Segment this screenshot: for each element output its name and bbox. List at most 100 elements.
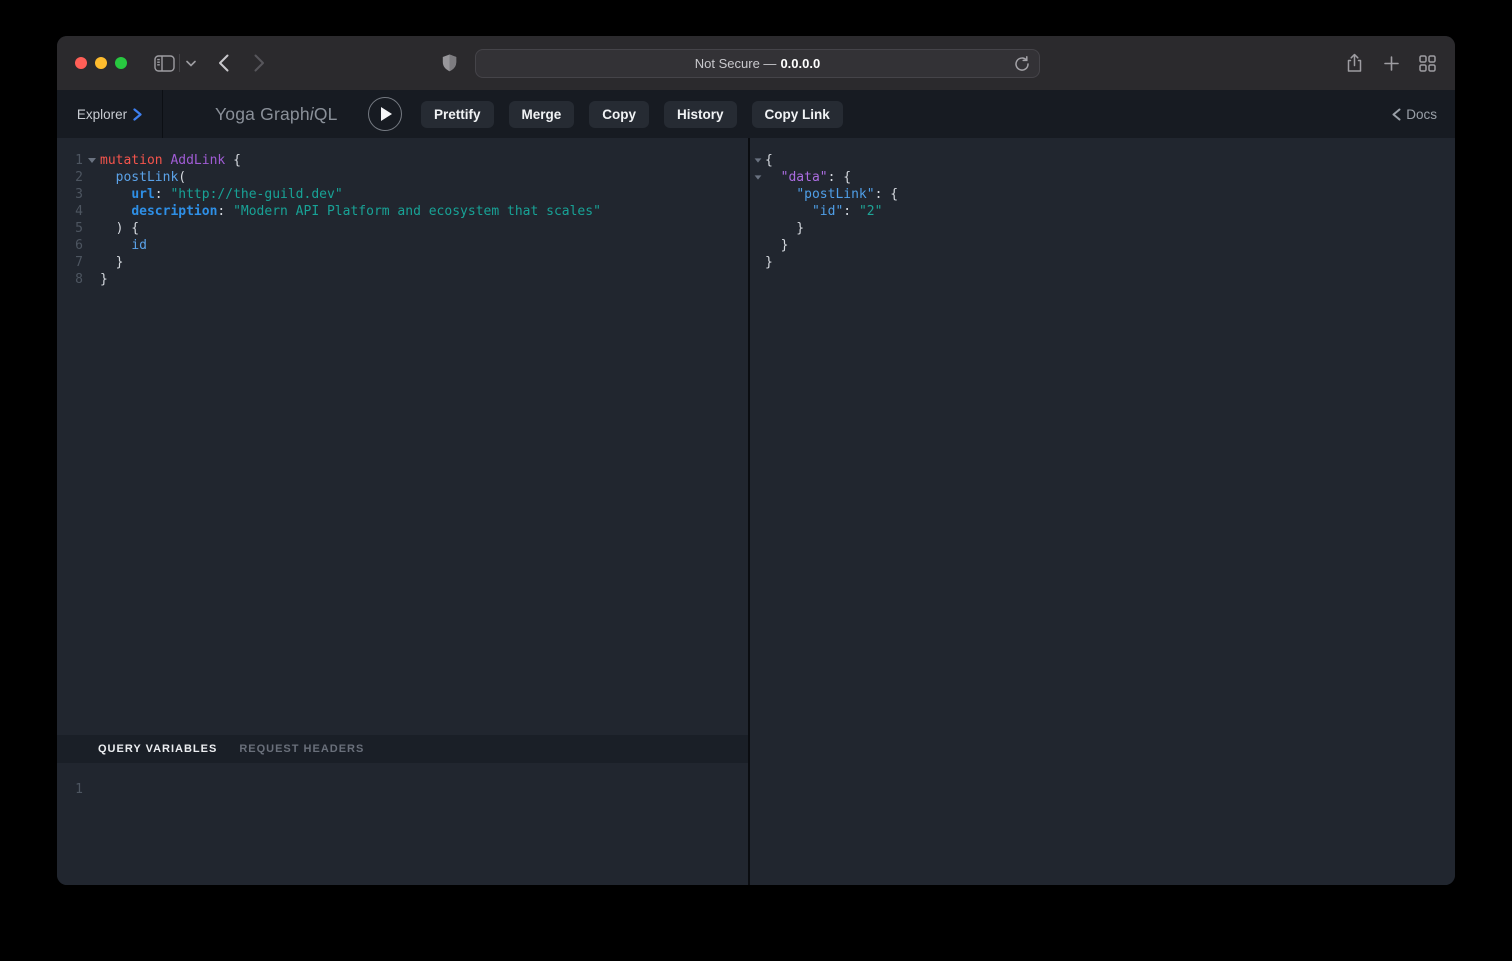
fold-gutter	[83, 254, 100, 271]
code-token: }	[100, 272, 108, 287]
code-text: }	[100, 254, 123, 271]
line-number: 7	[57, 254, 83, 271]
line-number: 8	[57, 271, 83, 288]
code-line: 8}	[57, 271, 748, 288]
left-pane: 1mutation AddLink {2 postLink(3 url: "ht…	[57, 138, 748, 885]
fold-arrow-icon[interactable]	[754, 152, 765, 169]
variables-tab-bar: QUERY VARIABLES REQUEST HEADERS	[57, 735, 748, 763]
response-viewer: { "data": { "postLink": { "id": "2" } }}	[750, 138, 1455, 885]
code-line: 4 description: "Modern API Platform and …	[57, 203, 748, 220]
line-number: 2	[57, 169, 83, 186]
workspace: 1mutation AddLink {2 postLink(3 url: "ht…	[57, 138, 1455, 885]
merge-button[interactable]: Merge	[509, 101, 575, 128]
page-title: Yoga GraphiQL	[215, 90, 338, 138]
code-token: }	[765, 238, 788, 253]
new-tab-icon[interactable]	[1384, 56, 1399, 71]
response-text: {	[765, 152, 773, 169]
code-text: id	[100, 237, 147, 254]
fold-gutter	[754, 186, 765, 203]
prettify-button[interactable]: Prettify	[421, 101, 494, 128]
response-line: "postLink": {	[750, 186, 1455, 203]
copy-button[interactable]: Copy	[589, 101, 649, 128]
response-line: "id": "2"	[750, 203, 1455, 220]
line-number: 6	[57, 237, 83, 254]
back-button-icon[interactable]	[218, 54, 229, 72]
fold-gutter	[83, 203, 100, 220]
code-token: "http://the-guild.dev"	[170, 187, 342, 202]
fold-gutter	[754, 254, 765, 271]
share-icon[interactable]	[1346, 53, 1363, 73]
minimize-button[interactable]	[95, 57, 107, 69]
zoom-button[interactable]	[115, 57, 127, 69]
code-line: 3 url: "http://the-guild.dev"	[57, 186, 748, 203]
query-editor[interactable]: 1mutation AddLink {2 postLink(3 url: "ht…	[57, 138, 748, 735]
code-text: postLink(	[100, 169, 186, 186]
execute-query-button[interactable]	[368, 97, 402, 131]
fold-gutter	[754, 203, 765, 220]
window-controls	[75, 57, 127, 69]
explorer-toggle[interactable]: Explorer	[57, 90, 162, 138]
code-line: 5 ) {	[57, 220, 748, 237]
code-token: "data"	[781, 170, 828, 185]
reload-icon[interactable]	[1013, 55, 1031, 73]
code-line: 1mutation AddLink {	[57, 152, 748, 169]
fold-gutter	[83, 169, 100, 186]
code-token: id	[131, 238, 147, 253]
fold-gutter	[83, 271, 100, 288]
forward-button-icon[interactable]	[254, 54, 265, 72]
response-line: }	[750, 237, 1455, 254]
code-token: "Modern API Platform and ecosystem that …	[233, 204, 601, 219]
browser-chrome: Not Secure — 0.0.0.0	[57, 36, 1455, 90]
query-variables-editor[interactable]: 1	[57, 763, 748, 885]
address-bar[interactable]: Not Secure — 0.0.0.0	[475, 49, 1040, 78]
fold-gutter	[83, 220, 100, 237]
divider	[162, 90, 163, 138]
code-token: :	[217, 204, 233, 219]
fold-arrow-icon[interactable]	[83, 152, 100, 169]
response-line: "data": {	[750, 169, 1455, 186]
chevron-left-icon	[1392, 108, 1401, 121]
line-number: 5	[57, 220, 83, 237]
history-button[interactable]: History	[664, 101, 737, 128]
fold-gutter	[754, 237, 765, 254]
code-token: (	[178, 170, 186, 185]
toolbar-button-row: Prettify Merge Copy History Copy Link	[421, 101, 843, 128]
response-text: }	[765, 254, 773, 271]
tab-request-headers[interactable]: REQUEST HEADERS	[239, 743, 364, 755]
code-token	[765, 204, 812, 219]
tab-overview-icon[interactable]	[1419, 55, 1436, 72]
code-text: ) {	[100, 220, 139, 237]
sidebar-toggle-icon[interactable]	[154, 55, 175, 72]
play-icon	[381, 107, 392, 121]
code-token: }	[765, 221, 804, 236]
response-line: {	[750, 152, 1455, 169]
line-number: 1	[57, 152, 83, 169]
docs-button[interactable]: Docs	[1392, 90, 1437, 138]
code-token	[100, 204, 131, 219]
code-token	[765, 170, 781, 185]
line-number: 4	[57, 203, 83, 220]
copy-link-button[interactable]: Copy Link	[752, 101, 843, 128]
code-token: postLink	[116, 170, 179, 185]
tab-query-variables[interactable]: QUERY VARIABLES	[98, 743, 217, 755]
code-token	[765, 187, 796, 202]
fold-arrow-icon[interactable]	[754, 169, 765, 186]
explorer-label: Explorer	[77, 107, 127, 122]
browser-window: Not Secure — 0.0.0.0	[57, 36, 1455, 885]
close-button[interactable]	[75, 57, 87, 69]
response-line: }	[750, 220, 1455, 237]
code-token: url	[131, 187, 154, 202]
chevron-down-icon[interactable]	[186, 60, 196, 67]
shield-icon[interactable]	[442, 54, 457, 72]
code-text: }	[100, 271, 108, 288]
code-token: "id"	[812, 204, 843, 219]
code-token: }	[100, 255, 123, 270]
fold-gutter	[754, 220, 765, 237]
fold-gutter	[83, 237, 100, 254]
divider	[179, 54, 180, 72]
right-pane: { "data": { "postLink": { "id": "2" } }}	[750, 138, 1455, 885]
code-token: "postLink"	[796, 187, 874, 202]
response-text: }	[765, 220, 804, 237]
code-line: 2 postLink(	[57, 169, 748, 186]
code-token: {	[225, 153, 241, 168]
